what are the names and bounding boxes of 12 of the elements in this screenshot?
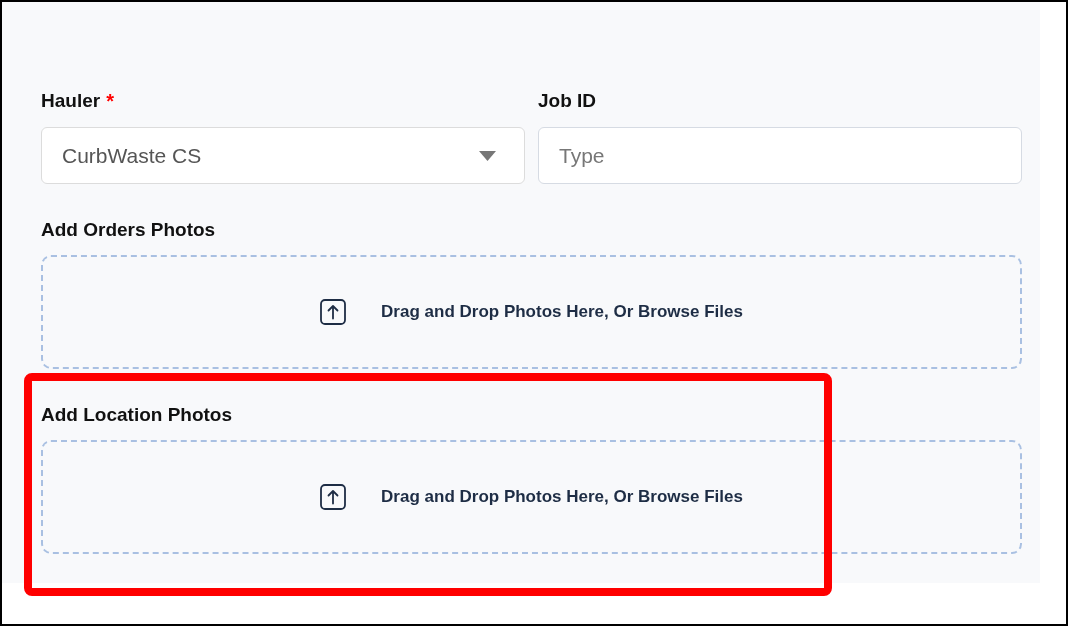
upload-dropzone[interactable]: Drag and Drop Photos Here, Or Browse Files	[41, 440, 1022, 554]
section-label: Add Location Photos	[41, 403, 233, 427]
required-asterisk: *	[106, 89, 114, 113]
upload-icon	[320, 484, 347, 510]
upload-icon	[320, 299, 347, 325]
section-label: Add Orders Photos	[41, 218, 216, 242]
caret-icon	[479, 150, 496, 161]
dropdown-field[interactable]: CurbWaste CS	[41, 127, 525, 184]
field-label: Job ID	[538, 89, 597, 113]
upload-dropzone[interactable]: Drag and Drop Photos Here, Or Browse Files	[41, 255, 1022, 369]
input-field[interactable]: Type	[538, 127, 1022, 184]
field-label: Hauler	[41, 89, 101, 113]
